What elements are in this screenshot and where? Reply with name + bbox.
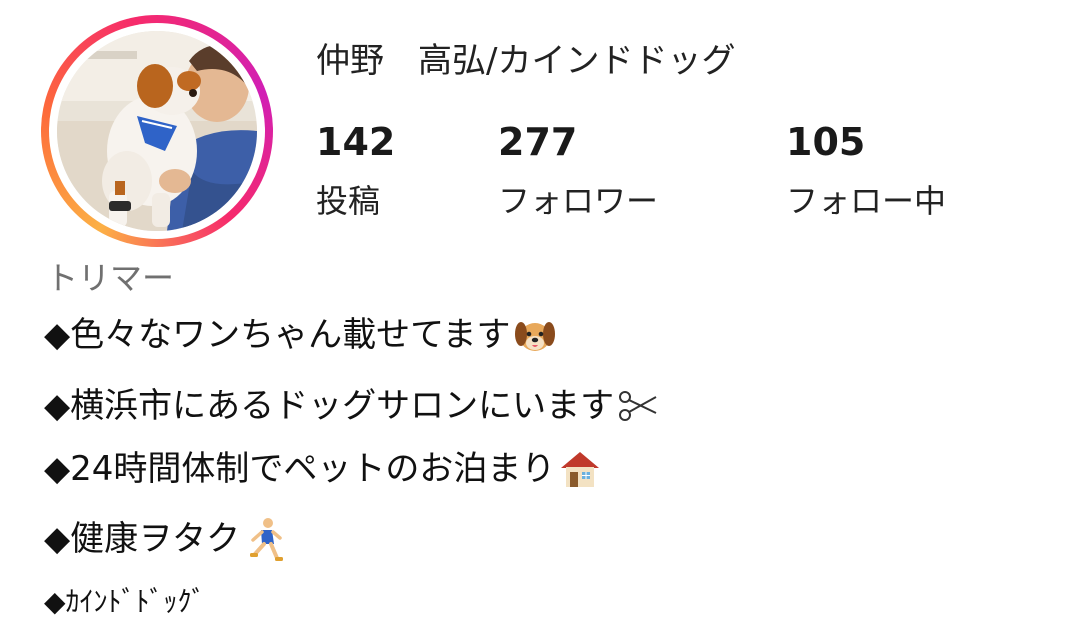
house-icon [557,446,603,492]
bio-line-text: ◆24時間体制でペットのお泊まり [44,449,556,489]
bio-line-2: ◆横浜市にあるドッグサロンにいます [44,380,662,432]
following-label: フォロー中 [786,182,947,220]
bio-line-4: ◆健康ヲタク [44,513,288,565]
bio-line-text: ◆健康ヲタク [44,519,241,559]
bio-line-5: ◆ｶｲﾝﾄﾞﾄﾞｯｸﾞ [44,576,206,628]
avatar-photo [57,31,257,231]
stat-followers[interactable]: 277 フォロワー [498,118,658,222]
profile-name: 仲野 高弘/カインドドッグ [316,41,736,81]
scissors-icon [616,383,662,429]
bio-category: トリマー [46,259,175,297]
posts-label: 投稿 [316,182,381,220]
runner-icon [242,516,288,562]
stat-posts[interactable]: 142 投稿 [316,118,395,222]
bio-line-text: ◆色々なワンちゃん載せてます [44,315,511,355]
bio-line-text: ◆横浜市にあるドッグサロンにいます [44,386,615,426]
profile-avatar[interactable] [41,15,273,247]
bio-line-text: ◆ｶｲﾝﾄﾞﾄﾞｯｸﾞ [44,585,206,618]
followers-label: フォロワー [498,182,659,220]
bio-line-1: ◆色々なワンちゃん載せてます [44,309,558,361]
following-count: 105 [786,120,866,164]
dog-face-icon [512,312,558,358]
posts-count: 142 [316,120,396,164]
stat-following[interactable]: 105 フォロー中 [786,118,946,222]
followers-count: 277 [498,120,578,164]
bio-line-3: ◆24時間体制でペットのお泊まり [44,443,603,495]
